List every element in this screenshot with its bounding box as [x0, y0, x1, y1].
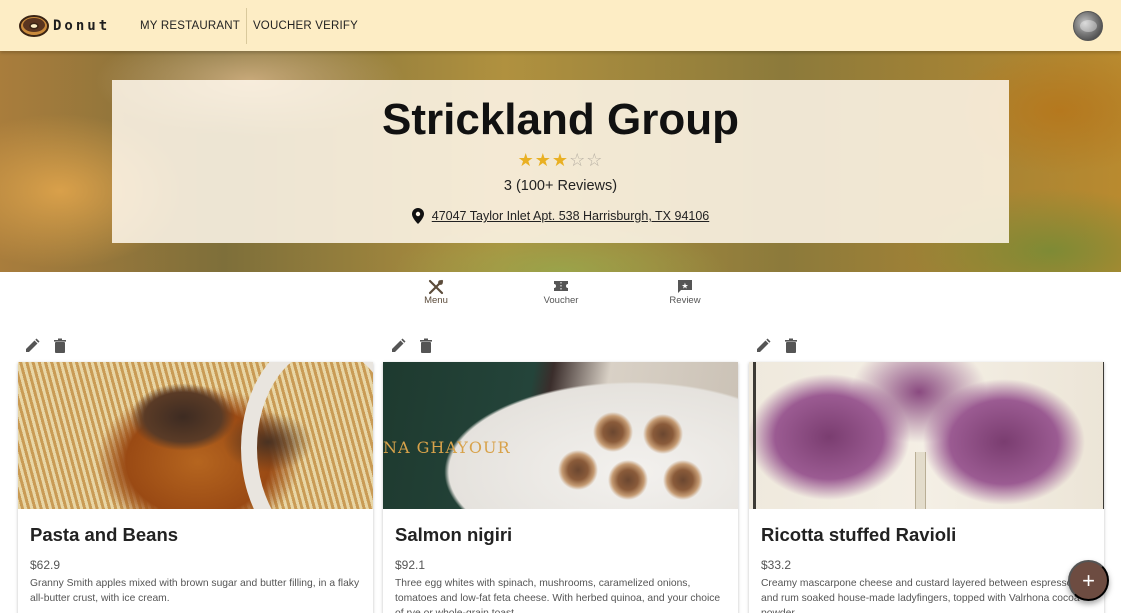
- menu-item-card[interactable]: NA GHAYOUR Salmon nigiri $92.1 Three egg…: [383, 362, 738, 613]
- brand-name: Donut: [53, 17, 111, 34]
- menu-item-image: NA GHAYOUR: [383, 362, 738, 509]
- address: 47047 Taylor Inlet Apt. 538 Harrisburgh,…: [411, 208, 710, 224]
- location-pin-icon: [411, 208, 424, 224]
- tab-label: Voucher: [543, 295, 579, 306]
- restaurant-utensils-icon: [406, 279, 466, 295]
- brand-logo[interactable]: Donut: [19, 14, 134, 38]
- edit-pencil-icon[interactable]: [755, 338, 771, 354]
- menu-item-price: $92.1: [395, 558, 426, 572]
- restaurant-hero: Strickland Group ★★★☆☆ 3 (100+ Reviews) …: [0, 51, 1121, 272]
- svg-text:★: ★: [681, 282, 688, 291]
- menu-item-name: Pasta and Beans: [30, 524, 179, 545]
- restaurant-name: Strickland Group: [382, 95, 739, 144]
- menu-item-image-text: NA GHAYOUR: [383, 438, 511, 457]
- menu-item-name: Ricotta stuffed Ravioli: [761, 524, 957, 545]
- tab-menu[interactable]: Menu: [406, 279, 466, 306]
- nav-voucher-verify[interactable]: VOUCHER VERIFY: [247, 8, 364, 44]
- rating-summary: 3 (100+ Reviews): [503, 178, 618, 194]
- avatar[interactable]: [1073, 11, 1103, 41]
- edit-pencil-icon[interactable]: [24, 338, 40, 354]
- star-filled-icon: ★: [551, 150, 570, 170]
- item-actions: [755, 338, 799, 358]
- restaurant-info-panel: Strickland Group ★★★☆☆ 3 (100+ Reviews) …: [112, 80, 1009, 243]
- donut-logo-icon: [19, 14, 49, 37]
- nav-my-restaurant[interactable]: MY RESTAURANT: [134, 8, 246, 44]
- tab-voucher[interactable]: Voucher: [531, 279, 591, 306]
- menu-item-card[interactable]: Pasta and Beans $62.9 Granny Smith apple…: [18, 362, 373, 613]
- app-bar: Donut MY RESTAURANT VOUCHER VERIFY: [0, 0, 1121, 51]
- menu-item-price: $33.2: [761, 558, 792, 572]
- ticket-icon: [531, 279, 591, 295]
- menu-item-name: Salmon nigiri: [395, 524, 513, 545]
- add-menu-item-button[interactable]: +: [1068, 560, 1109, 601]
- delete-trash-icon[interactable]: [52, 338, 68, 354]
- menu-item-price: $62.9: [30, 558, 61, 572]
- menu-item-card[interactable]: Ricotta stuffed Ravioli $33.2 Creamy mas…: [749, 362, 1104, 613]
- star-filled-icon: ★: [534, 150, 552, 170]
- tab-label: Review: [669, 295, 701, 306]
- rate-review-icon: ★: [655, 279, 715, 295]
- menu-item-image: [18, 362, 373, 509]
- tab-review[interactable]: ★ Review: [655, 279, 715, 306]
- item-actions: [390, 338, 434, 358]
- star-rating: ★★★☆☆: [518, 150, 604, 170]
- menu-item-description: Granny Smith apples mixed with brown sug…: [30, 578, 360, 604]
- menu-item-description: Creamy mascarpone cheese and custard lay…: [761, 578, 1080, 613]
- delete-trash-icon[interactable]: [783, 338, 799, 354]
- star-filled-icon: ★: [517, 150, 535, 170]
- menu-item-image: [749, 362, 1104, 509]
- tab-label: Menu: [424, 295, 448, 306]
- menu-item-description: Three egg whites with spinach, mushrooms…: [395, 578, 721, 613]
- restaurant-tabs: Menu Voucher ★ Review: [0, 279, 1121, 313]
- star-empty-icon: ☆: [586, 150, 604, 170]
- item-actions: [24, 338, 68, 358]
- address-link[interactable]: 47047 Taylor Inlet Apt. 538 Harrisburgh,…: [432, 209, 710, 223]
- delete-trash-icon[interactable]: [418, 338, 434, 354]
- edit-pencil-icon[interactable]: [390, 338, 406, 354]
- star-empty-icon: ☆: [569, 150, 587, 170]
